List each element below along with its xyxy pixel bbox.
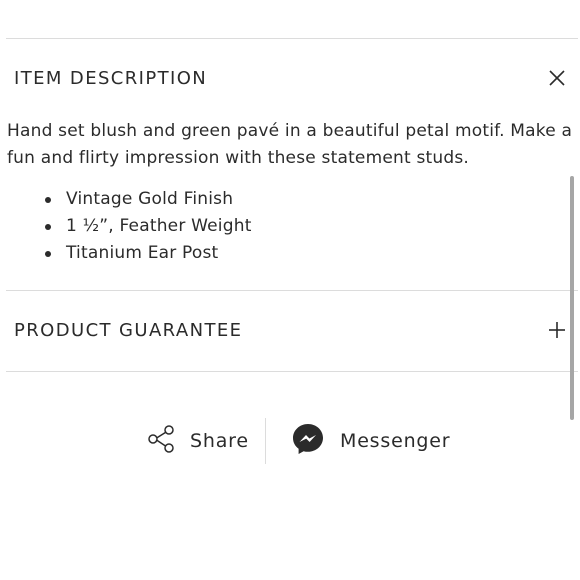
plus-icon[interactable] <box>546 319 568 341</box>
close-icon[interactable] <box>546 67 568 89</box>
share-bar: Share Messenger <box>0 418 580 464</box>
share-label: Share <box>190 430 249 452</box>
share-divider <box>265 418 266 464</box>
feature-item: 1 ½”, Feather Weight <box>45 213 252 240</box>
scrollbar[interactable] <box>570 176 574 420</box>
feature-list: Vintage Gold Finish 1 ½”, Feather Weight… <box>45 186 252 267</box>
product-details-panel: ITEM DESCRIPTION Hand set blush and gree… <box>0 0 580 580</box>
messenger-label: Messenger <box>340 430 451 452</box>
section-divider <box>6 290 578 291</box>
feature-item: Vintage Gold Finish <box>45 186 252 213</box>
messenger-button[interactable]: Messenger <box>291 422 450 460</box>
bottom-divider <box>6 371 578 372</box>
top-divider <box>6 38 578 39</box>
product-guarantee-header[interactable]: PRODUCT GUARANTEE <box>6 310 574 350</box>
share-button[interactable]: Share <box>146 422 249 460</box>
item-description-text: Hand set blush and green pavé in a beaut… <box>7 121 573 168</box>
feature-item: Titanium Ear Post <box>45 240 252 267</box>
product-guarantee-title: PRODUCT GUARANTEE <box>14 319 243 341</box>
share-icon <box>146 424 176 458</box>
item-description-header[interactable]: ITEM DESCRIPTION <box>6 58 574 98</box>
messenger-icon <box>291 422 325 460</box>
item-description-title: ITEM DESCRIPTION <box>14 67 208 89</box>
